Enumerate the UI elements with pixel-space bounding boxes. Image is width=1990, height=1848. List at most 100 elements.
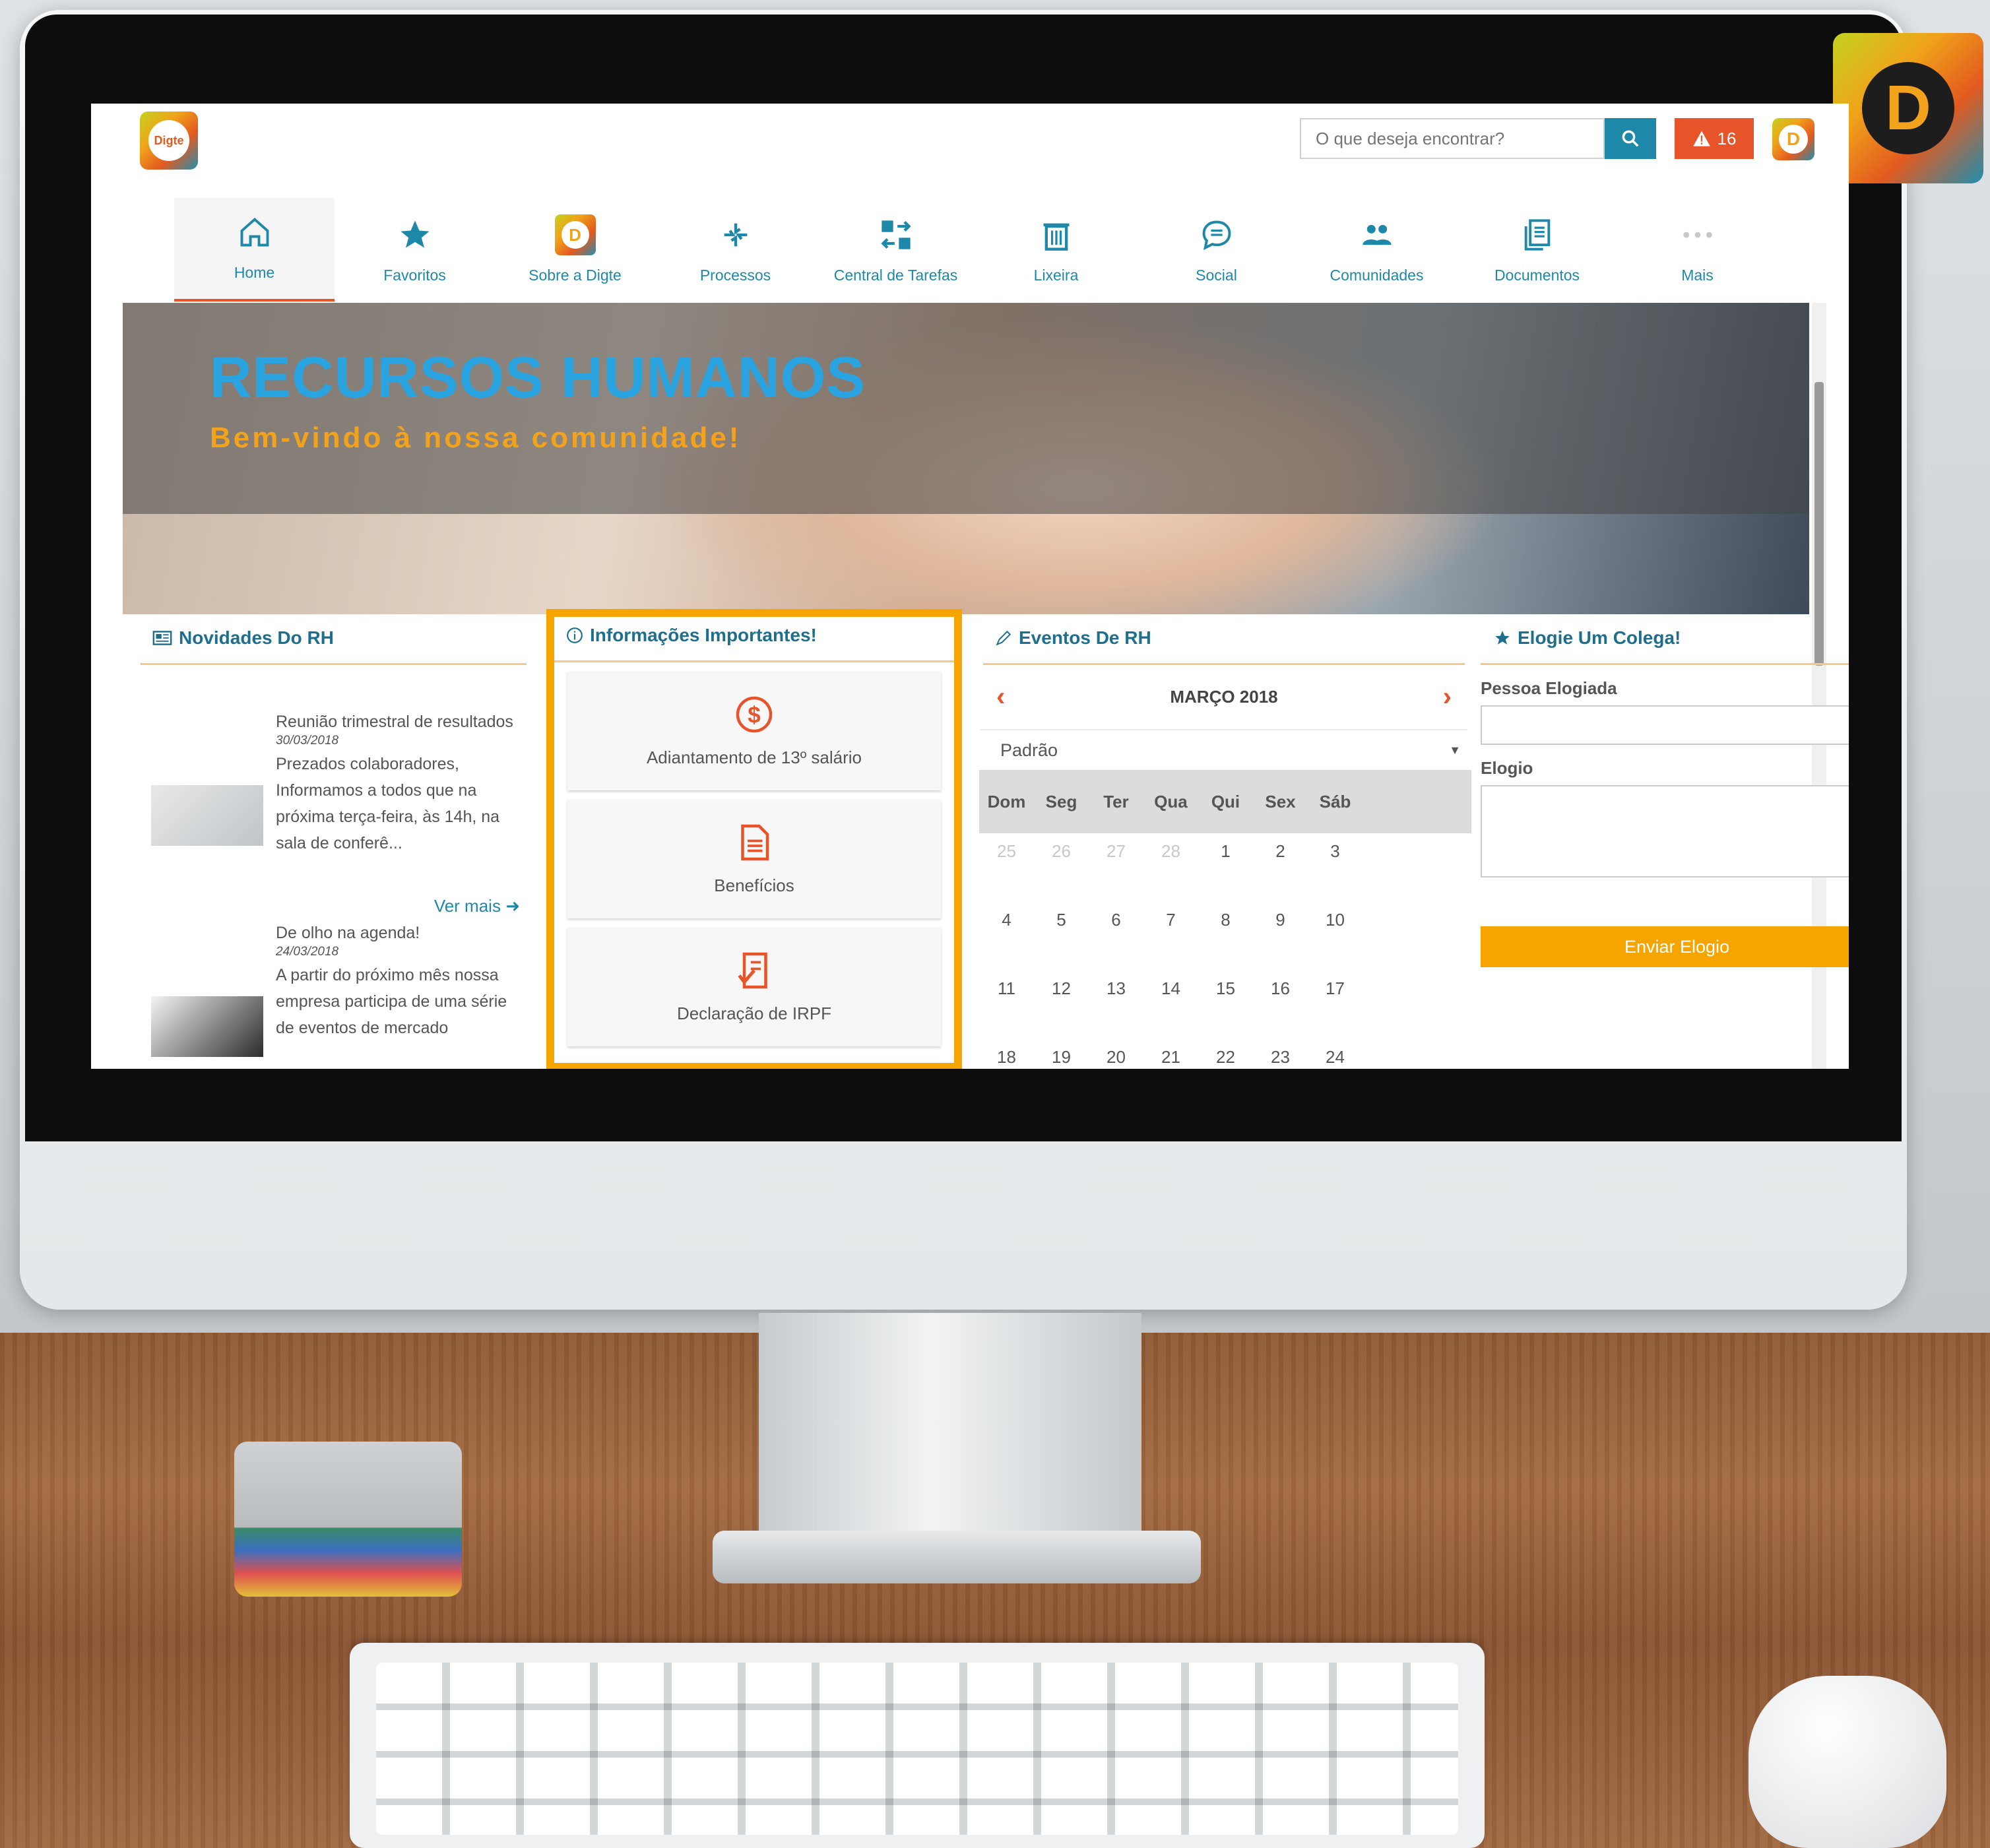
- hero-title: RECURSOS HUMANOS: [210, 344, 866, 410]
- marker-pens: [234, 1442, 462, 1597]
- calendar-day[interactable]: 15: [1198, 971, 1253, 1039]
- info-card-13-salario[interactable]: $ Adiantamento de 13º salário: [567, 672, 941, 790]
- send-praise-button[interactable]: Enviar Elogio: [1481, 926, 1849, 967]
- calendar-day[interactable]: 13: [1089, 971, 1143, 1039]
- calendar-day[interactable]: 28: [1143, 833, 1198, 902]
- next-month-button[interactable]: ›: [1443, 682, 1452, 712]
- calendar-day[interactable]: 4: [979, 902, 1034, 971]
- person-label: Pessoa Elogiada: [1481, 678, 1617, 698]
- calendar-day[interactable]: 21: [1143, 1039, 1198, 1069]
- info-card-irpf[interactable]: Declaração de IRPF: [567, 928, 941, 1046]
- nav-documentos[interactable]: Documentos: [1457, 198, 1617, 302]
- calendar-day[interactable]: 1: [1198, 833, 1253, 902]
- calendar-day[interactable]: 6: [1089, 902, 1143, 971]
- news-item-title[interactable]: Reunião trimestral de resultados: [276, 713, 527, 731]
- nav-mais[interactable]: Mais: [1617, 198, 1778, 302]
- browser-screen: Digte 16 D Home Favoritos D Sobr: [91, 104, 1849, 1069]
- calendar-day[interactable]: 12: [1034, 971, 1089, 1039]
- prev-month-button[interactable]: ‹: [996, 682, 1005, 712]
- calendar-day[interactable]: 23: [1253, 1039, 1308, 1069]
- calendar-day[interactable]: 5: [1034, 902, 1089, 971]
- calendar-day[interactable]: 26: [1034, 833, 1089, 902]
- list-item[interactable]: De olho na agenda! 24/03/2018 A partir d…: [141, 924, 527, 1069]
- pen-icon: [996, 630, 1011, 646]
- svg-text:$: $: [748, 702, 760, 728]
- calendar-day[interactable]: 14: [1143, 971, 1198, 1039]
- more-dots-icon: [1683, 232, 1712, 238]
- calendar-weekdays: Dom Seg Ter Qua Qui Sex Sáb: [979, 770, 1471, 833]
- processes-icon: [724, 223, 747, 247]
- monitor-stand: [759, 1313, 1141, 1544]
- calendar-day[interactable]: 24: [1308, 1039, 1363, 1069]
- news-item-text: A partir do próximo mês nossa empresa pa…: [276, 966, 507, 1037]
- warning-icon: [1692, 131, 1710, 146]
- search-button[interactable]: [1605, 118, 1656, 159]
- star-icon: [400, 220, 430, 248]
- info-card-beneficios[interactable]: Benefícios: [567, 800, 941, 918]
- search-input[interactable]: [1300, 118, 1605, 159]
- documents-icon: [1524, 219, 1550, 251]
- tasks-icon: [880, 220, 911, 249]
- digte-logo[interactable]: Digte: [140, 112, 198, 170]
- search-icon: [1622, 130, 1639, 147]
- calendar-day[interactable]: 3: [1308, 833, 1363, 902]
- news-item-title[interactable]: De olho na agenda!: [276, 924, 527, 942]
- calendar-day[interactable]: 7: [1143, 902, 1198, 971]
- community-icon: [1362, 224, 1392, 245]
- calendar-day[interactable]: 27: [1089, 833, 1143, 902]
- calendar-day[interactable]: 19: [1034, 1039, 1089, 1069]
- alerts-count: 16: [1717, 128, 1737, 148]
- nav-label: Sobre a Digte: [529, 267, 622, 284]
- nav-label: Processos: [699, 267, 771, 284]
- calendar-day[interactable]: 9: [1253, 902, 1308, 971]
- nav-label: Comunidades: [1330, 267, 1424, 284]
- nav-central-tarefas[interactable]: Central de Tarefas: [816, 198, 976, 302]
- see-more-link[interactable]: Ver mais ➜: [434, 896, 520, 916]
- calendar-day[interactable]: 17: [1308, 971, 1363, 1039]
- nav-social[interactable]: Social: [1136, 198, 1297, 302]
- nav-label: Favoritos: [383, 267, 446, 284]
- nav-comunidades[interactable]: Comunidades: [1297, 198, 1457, 302]
- home-icon: [240, 217, 269, 247]
- calendar-day[interactable]: 2: [1253, 833, 1308, 902]
- calendar-view-select[interactable]: Padrão ▼: [980, 729, 1467, 770]
- news-item-date: 30/03/2018: [276, 734, 339, 748]
- calendar-day[interactable]: 25: [979, 833, 1034, 902]
- nav-favoritos[interactable]: Favoritos: [335, 198, 495, 302]
- desk-scene: D Digte 16 D Home Favoritos: [0, 0, 1990, 1848]
- avatar-letter: D: [1779, 125, 1808, 154]
- praise-panel: Elogie Um Colega! Pessoa Elogiada Elogio…: [1481, 616, 1849, 967]
- news-panel: Novidades Do RH Reunião trimestral de re…: [141, 616, 527, 1069]
- news-thumbnail[interactable]: [151, 785, 263, 846]
- nav-sobre-digte[interactable]: D Sobre a Digte: [495, 198, 655, 302]
- events-panel: Eventos De RH ‹ MARÇO 2018 › Padrão ▼ Do…: [977, 616, 1471, 1069]
- news-thumbnail[interactable]: [151, 996, 263, 1057]
- calendar-header: ‹ MARÇO 2018 ›: [977, 665, 1471, 729]
- calendar-day[interactable]: 22: [1198, 1039, 1253, 1069]
- alerts-button[interactable]: 16: [1675, 118, 1754, 159]
- calendar-day[interactable]: 20: [1089, 1039, 1143, 1069]
- user-avatar[interactable]: D: [1772, 118, 1814, 160]
- calendar-day[interactable]: 10: [1308, 902, 1363, 971]
- calendar-day[interactable]: 8: [1198, 902, 1253, 971]
- praise-title: Elogie Um Colega!: [1481, 616, 1849, 665]
- events-title: Eventos De RH: [983, 616, 1465, 665]
- calendar-day[interactable]: 11: [979, 971, 1034, 1039]
- list-item[interactable]: Reunião trimestral de resultados 30/03/2…: [141, 713, 527, 937]
- nav-processos[interactable]: Processos: [655, 198, 816, 302]
- nav-label: Central de Tarefas: [833, 267, 958, 284]
- person-field[interactable]: [1481, 705, 1849, 745]
- info-circle-icon: [567, 627, 583, 643]
- news-item-date: 24/03/2018: [276, 945, 339, 959]
- calendar-day[interactable]: 18: [979, 1039, 1034, 1069]
- praise-textarea[interactable]: [1481, 785, 1849, 877]
- nav-home[interactable]: Home: [174, 198, 335, 302]
- info-panel: Informações Importantes! $ Adiantamento …: [546, 609, 962, 1069]
- brand-badge-letter: D: [1862, 62, 1954, 154]
- calendar-day[interactable]: 16: [1253, 971, 1308, 1039]
- document-icon: [741, 824, 769, 860]
- hero-subtitle: Bem-vindo à nossa comunidade!: [210, 422, 742, 454]
- nav-label: Mais: [1681, 267, 1714, 284]
- chevron-down-icon: ▼: [1449, 743, 1461, 757]
- nav-lixeira[interactable]: Lixeira: [976, 198, 1136, 302]
